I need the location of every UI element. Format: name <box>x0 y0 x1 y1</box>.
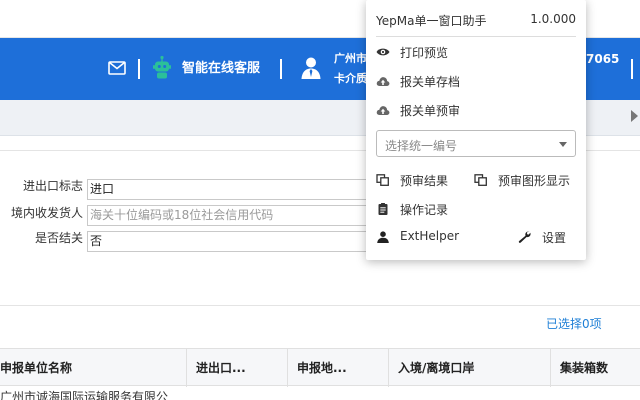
column-divider <box>550 349 551 387</box>
header-separator <box>138 59 140 79</box>
column-header[interactable]: 集装箱数 <box>560 349 638 387</box>
column-header[interactable]: 申报单位名称 <box>0 349 186 387</box>
clipboard-icon <box>378 203 388 215</box>
precheck-button[interactable]: 报关单预审 <box>376 101 496 119</box>
divider <box>0 305 640 306</box>
print-preview-button[interactable]: 打印预览 <box>376 43 496 61</box>
ie-flag-select[interactable]: 进口 <box>87 179 377 200</box>
archive-button[interactable]: 报关单存档 <box>376 72 496 90</box>
column-divider <box>186 349 187 387</box>
popup-divider <box>376 36 576 37</box>
cleared-label: 是否结关 <box>34 231 83 245</box>
user-icon[interactable] <box>300 56 322 80</box>
wrench-icon <box>518 231 531 243</box>
card-media-label: 卡介质 <box>334 72 367 85</box>
archive-label: 报关单存档 <box>400 75 461 89</box>
unified-number-placeholder: 选择统一编号 <box>385 139 458 153</box>
cloud-upload-icon <box>376 106 390 115</box>
copy-icon <box>474 174 487 186</box>
selected-count: 已选择0项 <box>546 317 602 331</box>
operation-log-button[interactable]: 操作记录 <box>376 200 496 218</box>
column-header[interactable]: 申报地... <box>297 349 383 387</box>
cloud-upload-icon <box>376 77 390 86</box>
table-row[interactable]: 广州市诚海国际运输服务有限公 <box>0 386 640 400</box>
precheck-label: 报关单预审 <box>400 104 461 118</box>
header-separator <box>631 59 633 79</box>
copy-icon <box>376 174 389 186</box>
exthelper-button[interactable]: ExtHelper <box>376 228 496 246</box>
cleared-select[interactable]: 否 <box>87 231 377 252</box>
unified-number-select[interactable]: 选择统一编号 <box>376 130 576 157</box>
column-header[interactable]: 进出口... <box>196 349 284 387</box>
consignee-label: 境内收发货人 <box>10 206 83 220</box>
exthelper-label: ExtHelper <box>400 229 460 243</box>
settings-label: 设置 <box>542 231 567 245</box>
precheck-result-label: 预审结果 <box>400 174 449 188</box>
column-header[interactable]: 入境/离境口岸 <box>398 349 546 387</box>
user-icon <box>377 231 389 243</box>
consignee-input[interactable]: 海关十位编码或18位社会信用代码 <box>87 205 377 226</box>
precheck-result-button[interactable]: 预审结果 <box>376 171 466 189</box>
chevron-down-icon <box>559 142 567 147</box>
operation-log-label: 操作记录 <box>400 203 449 217</box>
user-city-label: 广州市 <box>334 52 367 65</box>
robot-icon[interactable] <box>152 55 172 79</box>
settings-button[interactable]: 设置 <box>518 228 578 246</box>
table-cell: 广州市诚海国际运输服务有限公 <box>0 390 169 400</box>
popup-title: YepMa单一窗口助手 <box>376 14 487 28</box>
header-separator <box>280 59 282 79</box>
column-divider <box>388 349 389 387</box>
eye-icon <box>376 48 390 56</box>
column-divider <box>287 349 288 387</box>
table-header: 申报单位名称 进出口... 申报地... 入境/离境口岸 集装箱数 <box>0 348 640 387</box>
mail-icon[interactable] <box>108 61 126 75</box>
header-number-fragment: 7065 <box>586 52 620 66</box>
print-preview-label: 打印预览 <box>400 46 449 60</box>
precheck-graph-button[interactable]: 预审图形显示 <box>474 171 582 189</box>
extension-popup: YepMa单一窗口助手 1.0.000 打印预览 报关单存档 报关单预审 选择统… <box>366 0 586 260</box>
scroll-right-icon[interactable] <box>631 110 638 122</box>
popup-version: 1.0.000 <box>530 12 576 26</box>
precheck-graph-label: 预审图形显示 <box>498 174 571 188</box>
ie-flag-label: 进出口标志 <box>22 179 83 193</box>
online-service-link[interactable]: 智能在线客服 <box>182 61 260 77</box>
